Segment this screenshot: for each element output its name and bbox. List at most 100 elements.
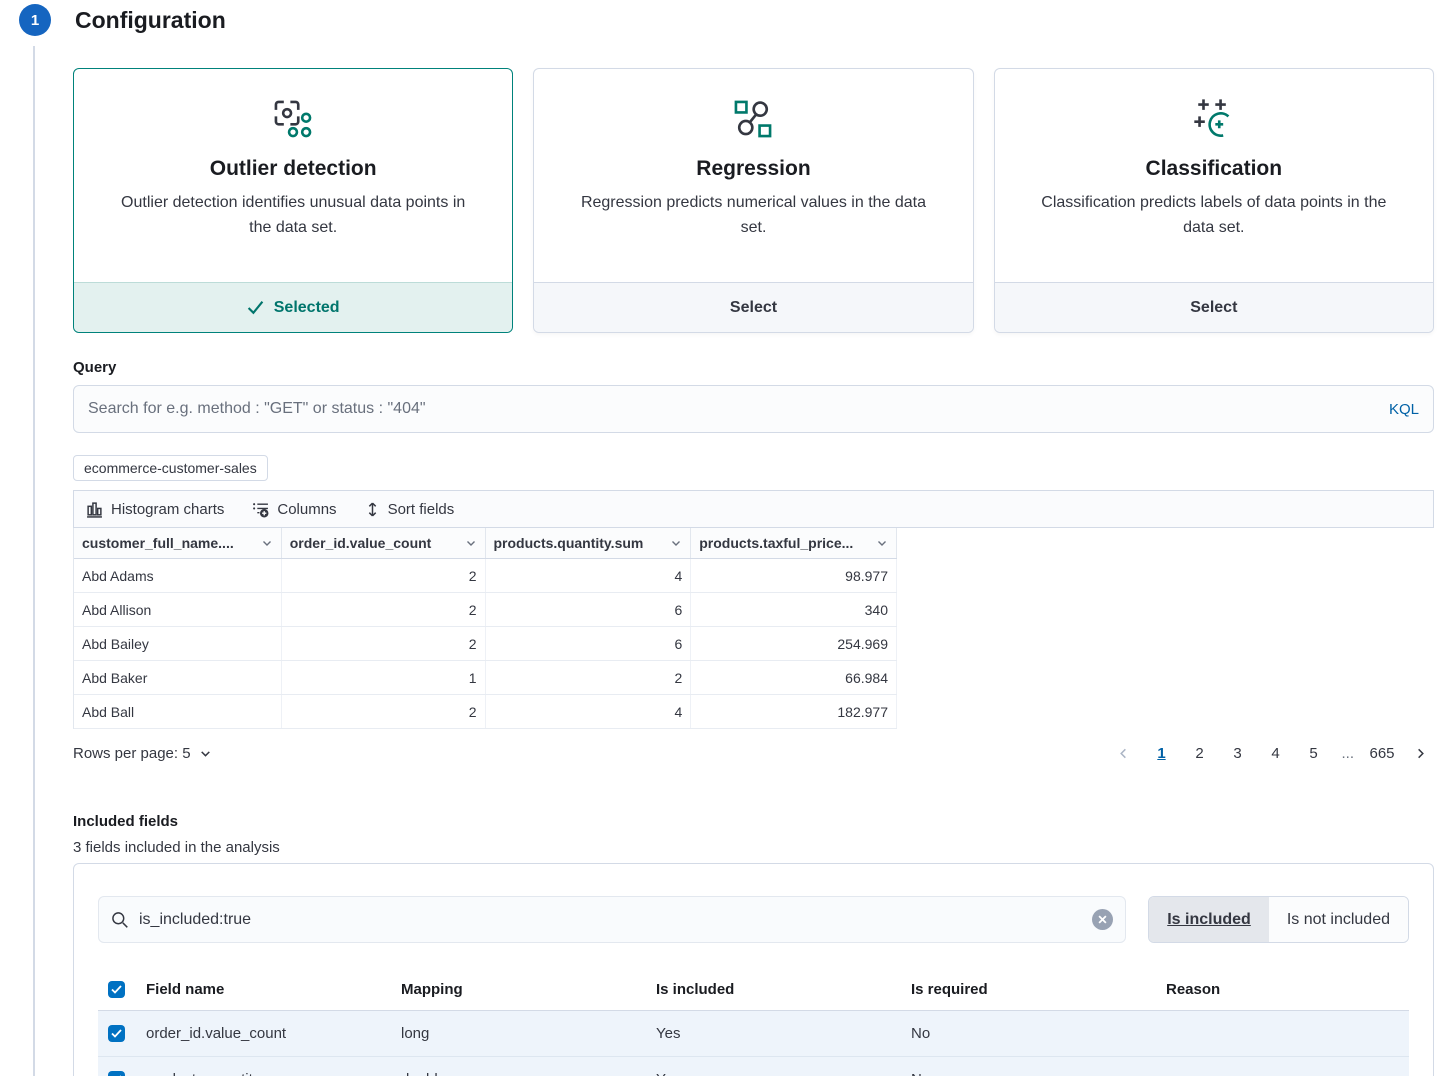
card-description: Regression predicts numerical values in … <box>534 191 972 241</box>
grid-cell[interactable]: 2 <box>282 559 486 592</box>
select-footer-button[interactable]: Select <box>995 282 1433 332</box>
column-header-customer-full-name[interactable]: customer_full_name.... <box>74 528 282 558</box>
fields-column-mapping: Mapping <box>393 981 648 998</box>
chevron-right-icon <box>1414 747 1427 760</box>
pagination-prev-button[interactable] <box>1109 739 1137 767</box>
table-row: Abd Allison 2 6 340 <box>74 593 897 627</box>
regression-icon <box>534 97 972 141</box>
select-all-checkbox[interactable] <box>108 981 125 998</box>
toolbar-label: Histogram charts <box>111 501 224 518</box>
mapping-cell: long <box>393 1025 648 1042</box>
step-connector-line <box>33 46 35 1076</box>
included-fields-panel: Is included Is not included Field name M… <box>73 863 1434 1076</box>
grid-cell[interactable]: 2 <box>282 695 486 728</box>
grid-cell[interactable]: Abd Bailey <box>74 627 282 660</box>
row-checkbox[interactable] <box>108 1071 125 1076</box>
is-included-cell: Yes <box>648 1071 903 1076</box>
column-label: products.taxful_price... <box>699 535 853 551</box>
select-footer-button[interactable]: Select <box>534 282 972 332</box>
query-search-input[interactable] <box>88 400 1389 418</box>
sort-fields-button[interactable]: Sort fields <box>365 501 455 518</box>
card-classification[interactable]: Classification Classification predicts l… <box>994 68 1434 333</box>
chevron-down-icon[interactable] <box>261 537 273 549</box>
selected-footer-button[interactable]: Selected <box>74 282 512 332</box>
pagination-page-665[interactable]: 665 <box>1368 739 1396 767</box>
fields-column-field-name: Field name <box>138 981 393 998</box>
included-fields-subtitle: 3 fields included in the analysis <box>73 839 1434 856</box>
card-title: Classification <box>995 157 1433 181</box>
index-pattern-badge: ecommerce-customer-sales <box>73 455 268 481</box>
card-description: Outlier detection identifies unusual dat… <box>74 191 512 241</box>
is-not-included-toggle[interactable]: Is not included <box>1269 897 1408 942</box>
card-outlier-detection[interactable]: Outlier detection Outlier detection iden… <box>73 68 513 333</box>
grid-cell[interactable]: 182.977 <box>691 695 897 728</box>
grid-cell[interactable]: 340 <box>691 593 897 626</box>
analysis-type-cards: Outlier detection Outlier detection iden… <box>73 68 1434 333</box>
grid-header-row: customer_full_name.... order_id.value_co… <box>74 528 897 559</box>
histogram-charts-button[interactable]: Histogram charts <box>86 501 224 518</box>
grid-cell[interactable]: 98.977 <box>691 559 897 592</box>
card-title: Outlier detection <box>74 157 512 181</box>
is-included-toggle[interactable]: Is included <box>1149 897 1269 942</box>
kql-language-button[interactable]: KQL <box>1389 401 1419 418</box>
grid-cell[interactable]: Abd Ball <box>74 695 282 728</box>
grid-cell[interactable]: Abd Baker <box>74 661 282 694</box>
table-row: Abd Adams 2 4 98.977 <box>74 559 897 593</box>
card-action-label: Selected <box>274 299 340 317</box>
grid-cell[interactable]: 2 <box>282 627 486 660</box>
pagination-page-1[interactable]: 1 <box>1147 739 1175 767</box>
grid-cell[interactable]: Abd Adams <box>74 559 282 592</box>
pagination: 1 2 3 4 5 ... 665 <box>1109 739 1434 767</box>
pagination-page-5[interactable]: 5 <box>1299 739 1327 767</box>
chevron-down-icon[interactable] <box>465 537 477 549</box>
step-header: 1 Configuration <box>0 0 1448 36</box>
columns-button[interactable]: Columns <box>252 501 336 518</box>
pagination-next-button[interactable] <box>1406 739 1434 767</box>
card-description: Classification predicts labels of data p… <box>995 191 1433 241</box>
fields-search-bar <box>98 896 1126 943</box>
column-header-order-id-value-count[interactable]: order_id.value_count <box>282 528 486 558</box>
search-icon <box>111 911 129 929</box>
step-number-badge: 1 <box>19 4 51 36</box>
table-row: products.quantity.sum double Yes No <box>98 1057 1409 1076</box>
pagination-page-4[interactable]: 4 <box>1261 739 1289 767</box>
grid-footer: Rows per page: 5 1 2 3 4 5 ... 665 <box>73 739 1434 767</box>
grid-cell[interactable]: Abd Allison <box>74 593 282 626</box>
grid-cell[interactable]: 2 <box>282 593 486 626</box>
column-header-products-quantity-sum[interactable]: products.quantity.sum <box>486 528 692 558</box>
pagination-page-3[interactable]: 3 <box>1223 739 1251 767</box>
grid-cell[interactable]: 1 <box>282 661 486 694</box>
chevron-down-icon[interactable] <box>876 537 888 549</box>
pagination-page-2[interactable]: 2 <box>1185 739 1213 767</box>
classification-icon <box>995 97 1433 141</box>
check-icon <box>111 1029 122 1038</box>
toolbar-label: Sort fields <box>388 501 455 518</box>
mapping-cell: double <box>393 1071 648 1076</box>
grid-cell[interactable]: 254.969 <box>691 627 897 660</box>
column-header-products-taxful-price[interactable]: products.taxful_price... <box>691 528 897 558</box>
query-search-bar: KQL <box>73 385 1434 433</box>
rows-per-page-label: Rows per page: 5 <box>73 745 191 762</box>
table-row: Abd Ball 2 4 182.977 <box>74 695 897 729</box>
field-name-cell: order_id.value_count <box>138 1025 393 1042</box>
grid-cell[interactable]: 66.984 <box>691 661 897 694</box>
table-row: Abd Baker 1 2 66.984 <box>74 661 897 695</box>
grid-cell[interactable]: 2 <box>486 661 692 694</box>
included-fields-title: Included fields <box>73 813 1434 830</box>
grid-cell[interactable]: 6 <box>486 593 692 626</box>
clear-search-button[interactable] <box>1092 909 1113 930</box>
grid-cell[interactable]: 4 <box>486 559 692 592</box>
included-fields-controls: Is included Is not included <box>98 896 1409 943</box>
fields-search-input[interactable] <box>139 911 1082 929</box>
card-regression[interactable]: Regression Regression predicts numerical… <box>533 68 973 333</box>
field-name-cell: products.quantity.sum <box>138 1071 393 1076</box>
fields-column-reason: Reason <box>1158 981 1409 998</box>
toolbar-label: Columns <box>277 501 336 518</box>
grid-cell[interactable]: 4 <box>486 695 692 728</box>
rows-per-page-button[interactable]: Rows per page: 5 <box>73 745 212 762</box>
row-checkbox[interactable] <box>108 1025 125 1042</box>
fields-column-is-required: Is required <box>903 981 1158 998</box>
table-row: Abd Bailey 2 6 254.969 <box>74 627 897 661</box>
chevron-down-icon[interactable] <box>670 537 682 549</box>
grid-cell[interactable]: 6 <box>486 627 692 660</box>
